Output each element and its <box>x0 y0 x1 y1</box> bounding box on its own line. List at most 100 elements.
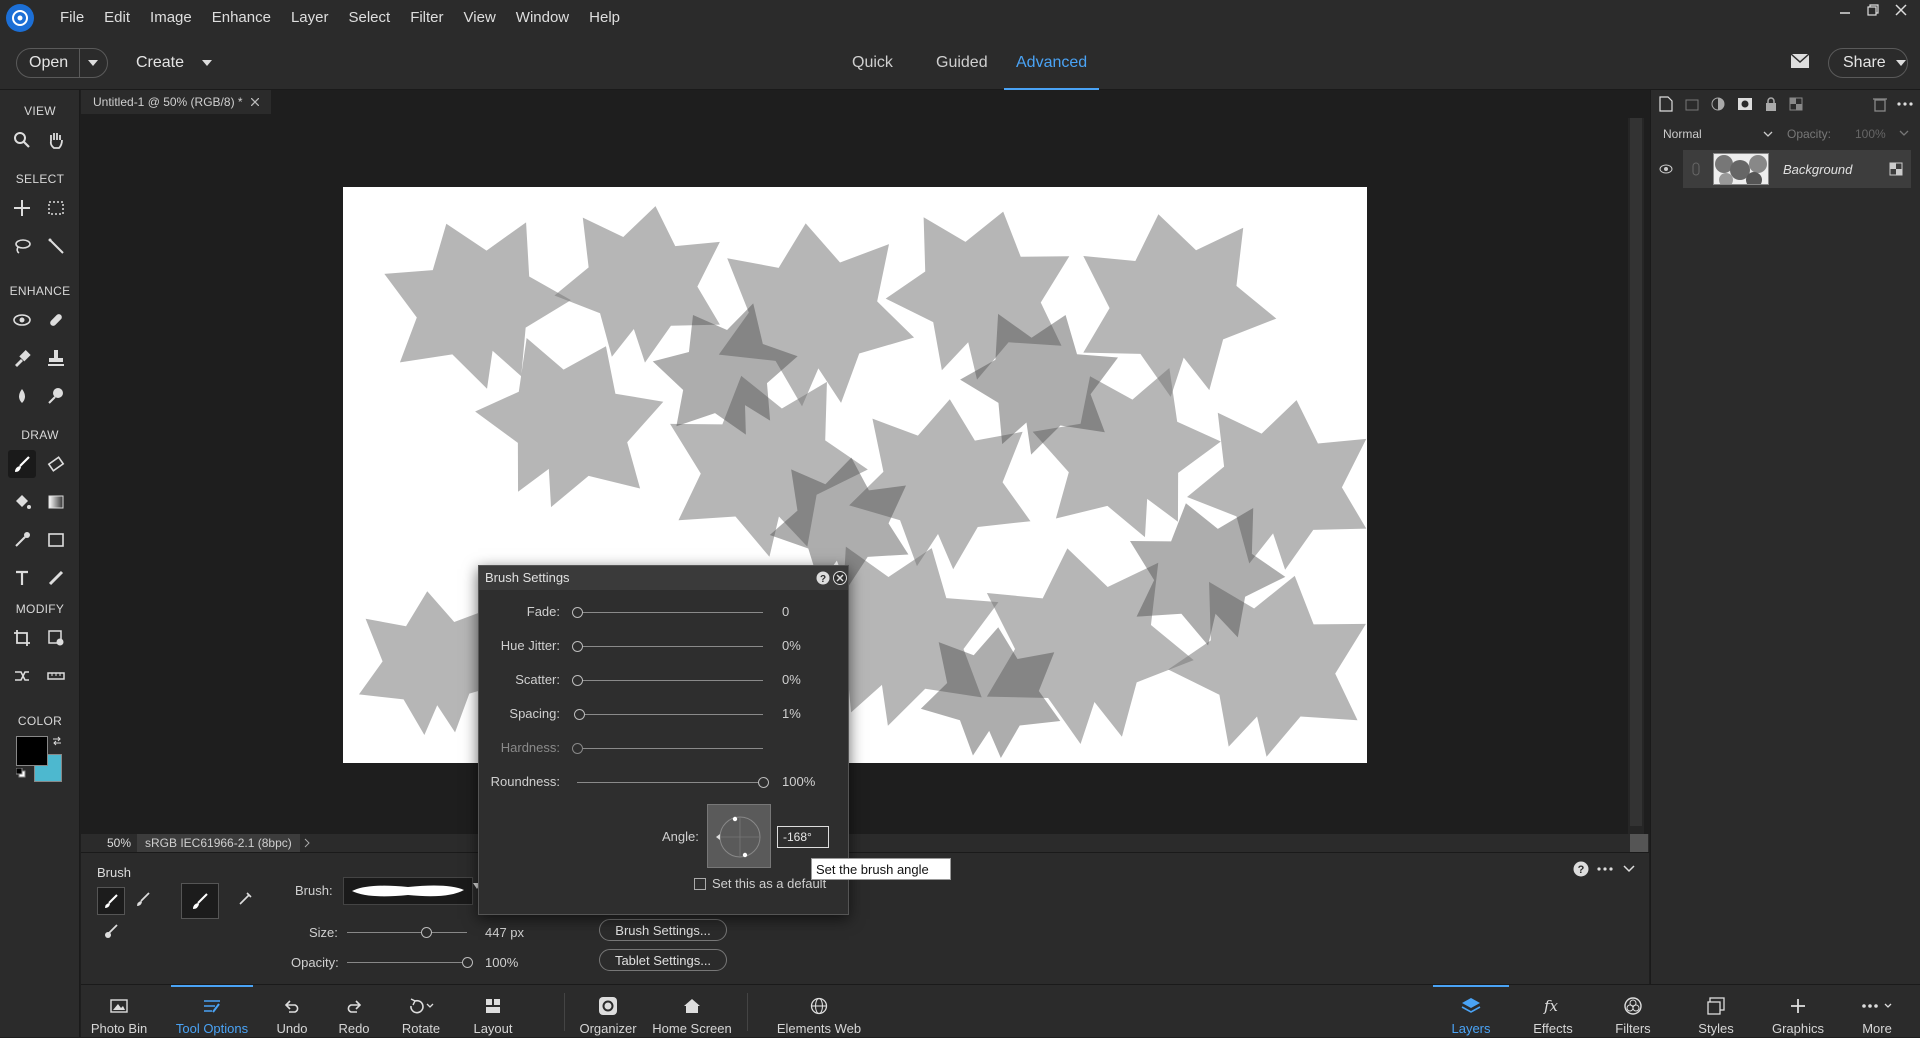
foreground-color-swatch[interactable] <box>16 736 48 766</box>
spacing-slider-knob[interactable] <box>573 709 585 720</box>
hardness-slider-track[interactable] <box>577 748 763 749</box>
document-tab[interactable]: Untitled-1 @ 50% (RGB/8) * <box>81 90 271 114</box>
red-eye-icon[interactable] <box>8 306 36 334</box>
size-slider-knob[interactable] <box>421 927 433 938</box>
restore-icon[interactable] <box>1864 1 1882 19</box>
chevron-right-icon[interactable] <box>304 838 310 848</box>
menu-window[interactable]: Window <box>506 0 579 36</box>
filters-button[interactable]: Filters <box>1599 985 1667 1038</box>
spacing-slider-track[interactable] <box>577 714 763 715</box>
impressionist-brush-icon[interactable] <box>135 891 151 907</box>
chevron-down-icon[interactable] <box>1899 130 1909 136</box>
brush-settings-button[interactable]: Brush Settings... <box>599 919 727 941</box>
zoom-tool-icon[interactable] <box>8 126 36 154</box>
home-screen-button[interactable]: Home Screen <box>649 985 735 1038</box>
graphics-button[interactable]: Graphics <box>1763 985 1833 1038</box>
more-button[interactable]: More <box>1847 985 1907 1038</box>
roundness-slider-track[interactable] <box>577 782 763 783</box>
layer-mask-icon[interactable] <box>1737 97 1753 111</box>
tab-guided[interactable]: Guided <box>936 36 988 90</box>
new-group-icon[interactable] <box>1685 97 1699 111</box>
brush-preview-picker[interactable] <box>343 877 473 905</box>
elements-web-button[interactable]: Elements Web <box>771 985 867 1038</box>
content-aware-move-icon[interactable] <box>8 662 36 690</box>
tool-options-button[interactable]: Tool Options <box>171 985 253 1038</box>
spot-healing-icon[interactable] <box>42 306 70 334</box>
styles-button[interactable]: Styles <box>1685 985 1747 1038</box>
blend-mode-select[interactable]: Normal <box>1663 124 1773 144</box>
collapse-panel-icon[interactable] <box>1623 865 1635 873</box>
lock-icon[interactable] <box>1765 97 1777 111</box>
menu-view[interactable]: View <box>454 0 506 36</box>
menu-enhance[interactable]: Enhance <box>202 0 281 36</box>
tablet-settings-button[interactable]: Tablet Settings... <box>599 949 727 971</box>
magic-wand-icon[interactable] <box>42 232 70 260</box>
chevron-down-icon[interactable] <box>88 60 98 66</box>
open-button[interactable]: Open <box>16 48 108 78</box>
visibility-eye-icon[interactable] <box>1659 164 1673 174</box>
straighten-tool-icon[interactable] <box>42 662 70 690</box>
close-window-icon[interactable] <box>1892 1 1910 19</box>
photo-bin-button[interactable]: Photo Bin <box>87 985 151 1038</box>
tab-advanced[interactable]: Advanced <box>1004 36 1100 90</box>
fade-slider-knob[interactable] <box>572 607 583 618</box>
blur-tool-icon[interactable] <box>8 382 36 410</box>
undo-button[interactable]: Undo <box>269 985 315 1038</box>
share-button[interactable]: Share <box>1828 48 1908 78</box>
paint-bucket-icon[interactable] <box>8 488 36 516</box>
help-icon[interactable]: ? <box>1573 861 1589 877</box>
color-replacement-icon[interactable] <box>103 923 119 939</box>
panel-menu-icon[interactable] <box>1897 102 1913 106</box>
brush-preset-normal-icon[interactable] <box>181 883 219 919</box>
create-button[interactable]: Create <box>136 48 213 78</box>
marquee-tool-icon[interactable] <box>42 194 70 222</box>
brush-tool-icon[interactable] <box>8 450 36 478</box>
lasso-tool-icon[interactable] <box>8 232 36 260</box>
smart-brush-icon[interactable] <box>8 344 36 372</box>
mail-icon[interactable] <box>1790 53 1810 69</box>
shape-tool-icon[interactable] <box>42 526 70 554</box>
fade-slider-track[interactable] <box>577 612 763 613</box>
type-tool-icon[interactable] <box>8 564 36 592</box>
minimize-icon[interactable] <box>1836 1 1854 19</box>
opacity-slider-knob[interactable] <box>462 957 473 968</box>
brush-mode-icon[interactable] <box>97 887 125 915</box>
delete-layer-icon[interactable] <box>1873 96 1887 112</box>
hue-jitter-slider-knob[interactable] <box>572 641 583 652</box>
scatter-slider-knob[interactable] <box>572 675 583 686</box>
eraser-tool-icon[interactable] <box>42 450 70 478</box>
swap-colors-icon[interactable] <box>52 736 62 746</box>
eyedropper-icon[interactable] <box>8 526 36 554</box>
menu-select[interactable]: Select <box>338 0 400 36</box>
scatter-slider-track[interactable] <box>577 680 763 681</box>
more-options-icon[interactable] <box>1597 867 1613 871</box>
gradient-tool-icon[interactable] <box>42 488 70 516</box>
dialog-close-icon[interactable] <box>833 571 847 585</box>
effects-button[interactable]: fx Effects <box>1521 985 1585 1038</box>
menu-layer[interactable]: Layer <box>281 0 339 36</box>
organizer-button[interactable]: Organizer <box>573 985 643 1038</box>
default-colors-icon[interactable] <box>16 768 26 778</box>
adjustment-layer-icon[interactable] <box>1711 97 1725 111</box>
menu-help[interactable]: Help <box>579 0 630 36</box>
angle-dial[interactable] <box>707 804 771 868</box>
app-logo-icon[interactable] <box>6 4 34 32</box>
tab-quick[interactable]: Quick <box>852 36 893 90</box>
recompose-tool-icon[interactable] <box>42 624 70 652</box>
move-tool-icon[interactable] <box>8 194 36 222</box>
layer-opacity-value[interactable]: 100% <box>1855 127 1886 141</box>
layout-button[interactable]: Layout <box>467 985 519 1038</box>
sponge-tool-icon[interactable] <box>42 382 70 410</box>
layer-row-background[interactable]: Background <box>1683 150 1911 188</box>
lock-transparency-icon[interactable] <box>1789 97 1803 111</box>
close-tab-icon[interactable] <box>250 98 259 106</box>
menu-file[interactable]: File <box>50 0 94 36</box>
pencil-tool-icon[interactable] <box>42 564 70 592</box>
dialog-help-icon[interactable]: ? <box>816 571 830 585</box>
roundness-slider-knob[interactable] <box>758 777 769 788</box>
clone-stamp-icon[interactable] <box>42 344 70 372</box>
hue-jitter-slider-track[interactable] <box>577 646 763 647</box>
menu-filter[interactable]: Filter <box>400 0 453 36</box>
airbrush-icon[interactable] <box>237 891 253 907</box>
vertical-scrollbar[interactable] <box>1628 118 1644 836</box>
